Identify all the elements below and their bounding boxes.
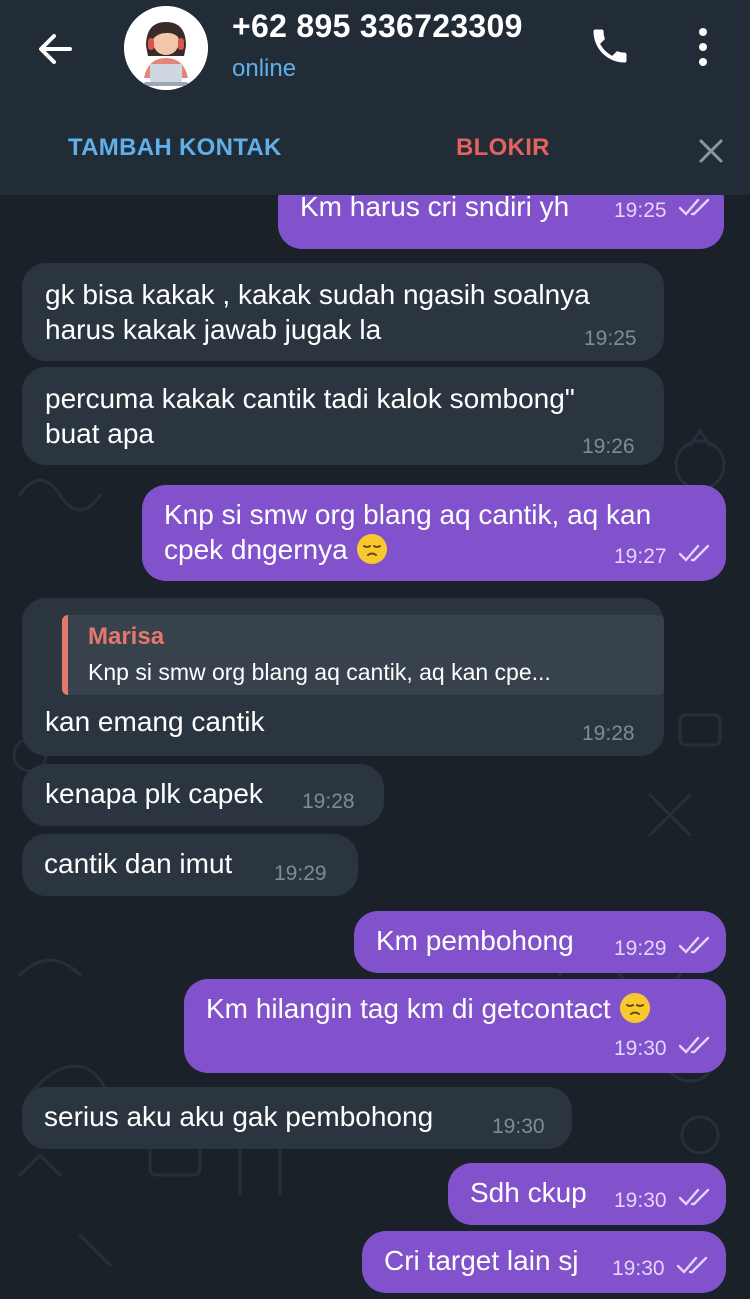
message-text: serius aku aku gak pembohong (44, 1101, 434, 1132)
message-text: harus kakak jawab jugak la (45, 314, 382, 345)
arrow-left-icon[interactable] (30, 25, 80, 75)
incoming-message[interactable]: percuma kakak cantik tadi kalok sombong"… (22, 367, 664, 465)
message-text: gk bisa kakak , kakak sudah ngasih soaln… (45, 279, 590, 310)
outgoing-message[interactable]: Knp si smw org blang aq cantik, aq kan c… (142, 485, 726, 581)
double-check-icon (676, 1256, 708, 1274)
add-contact-button[interactable]: TAMBAH KONTAK (68, 134, 282, 162)
block-button[interactable]: BLOKIR (456, 134, 550, 162)
reply-preview[interactable]: Marisa Knp si smw org blang aq cantik, a… (62, 615, 664, 695)
incoming-message[interactable]: gk bisa kakak , kakak sudah ngasih soaln… (22, 263, 664, 361)
message-text: buat apa (45, 418, 154, 449)
message-text: percuma kakak cantik tadi kalok sombong" (45, 383, 575, 414)
pensive-face-emoji (357, 534, 388, 564)
incoming-message[interactable]: cantik dan imut 19:29 (22, 834, 358, 896)
message-time: 19:30 (614, 1189, 667, 1212)
double-check-icon (678, 1188, 710, 1206)
message-text: kenapa plk capek (45, 778, 263, 809)
reply-accent-bar (62, 615, 68, 695)
outgoing-message[interactable]: Sdh ckup 19:30 (448, 1163, 726, 1225)
reply-sender: Marisa (88, 623, 165, 650)
contact-name[interactable]: +62 895 336723309 (232, 8, 523, 45)
message-list[interactable]: Km harus cri sndiri yh 19:25 gk bisa kak… (0, 195, 750, 1299)
message-time: 19:28 (582, 722, 635, 745)
message-text: Km hilangin tag km di getcontact (206, 991, 651, 1026)
message-time: 19:25 (584, 327, 637, 350)
message-time: 19:29 (614, 937, 667, 960)
more-vertical-icon[interactable] (688, 24, 718, 70)
avatar[interactable] (124, 6, 208, 90)
message-time: 19:29 (274, 862, 327, 885)
reply-text: Knp si smw org blang aq cantik, aq kan c… (88, 659, 551, 685)
message-time: 19:25 (614, 199, 667, 222)
message-text: Cri target lain sj (384, 1245, 579, 1276)
message-text: cpek dngernya (164, 532, 388, 567)
close-icon[interactable] (694, 134, 728, 168)
incoming-message[interactable]: serius aku aku gak pembohong 19:30 (22, 1087, 572, 1149)
double-check-icon (678, 198, 710, 216)
message-time: 19:30 (492, 1115, 545, 1138)
message-text: Km harus cri sndiri yh (300, 195, 570, 222)
message-time: 19:30 (614, 1037, 667, 1060)
message-text: Sdh ckup (470, 1177, 587, 1208)
outgoing-message[interactable]: Km harus cri sndiri yh 19:25 (278, 195, 724, 249)
double-check-icon (678, 544, 710, 562)
message-time: 19:30 (612, 1257, 665, 1280)
outgoing-message[interactable]: Km pembohong 19:29 (354, 911, 726, 973)
incoming-message[interactable]: kenapa plk capek 19:28 (22, 764, 384, 826)
message-text: Km pembohong (376, 925, 574, 956)
message-time: 19:27 (614, 545, 667, 568)
message-time: 19:26 (582, 435, 635, 458)
pensive-face-emoji (620, 993, 651, 1023)
phone-icon[interactable] (588, 24, 632, 68)
message-time: 19:28 (302, 790, 355, 813)
double-check-icon (678, 1036, 710, 1054)
contact-status: online (232, 55, 297, 82)
message-text-line: cpek dngernya (164, 534, 348, 565)
message-text-line: Km hilangin tag km di getcontact (206, 993, 611, 1024)
message-text: cantik dan imut (44, 848, 233, 879)
outgoing-message[interactable]: Cri target lain sj 19:30 (362, 1231, 726, 1293)
outgoing-message[interactable]: Km hilangin tag km di getcontact 19:30 (184, 979, 726, 1073)
message-text: kan emang cantik (45, 706, 265, 737)
chat-header: +62 895 336723309 online TAMBAH KONTAK B… (0, 0, 750, 195)
message-text: Knp si smw org blang aq cantik, aq kan (164, 499, 652, 530)
incoming-message[interactable]: Marisa Knp si smw org blang aq cantik, a… (22, 598, 664, 756)
double-check-icon (678, 936, 710, 954)
